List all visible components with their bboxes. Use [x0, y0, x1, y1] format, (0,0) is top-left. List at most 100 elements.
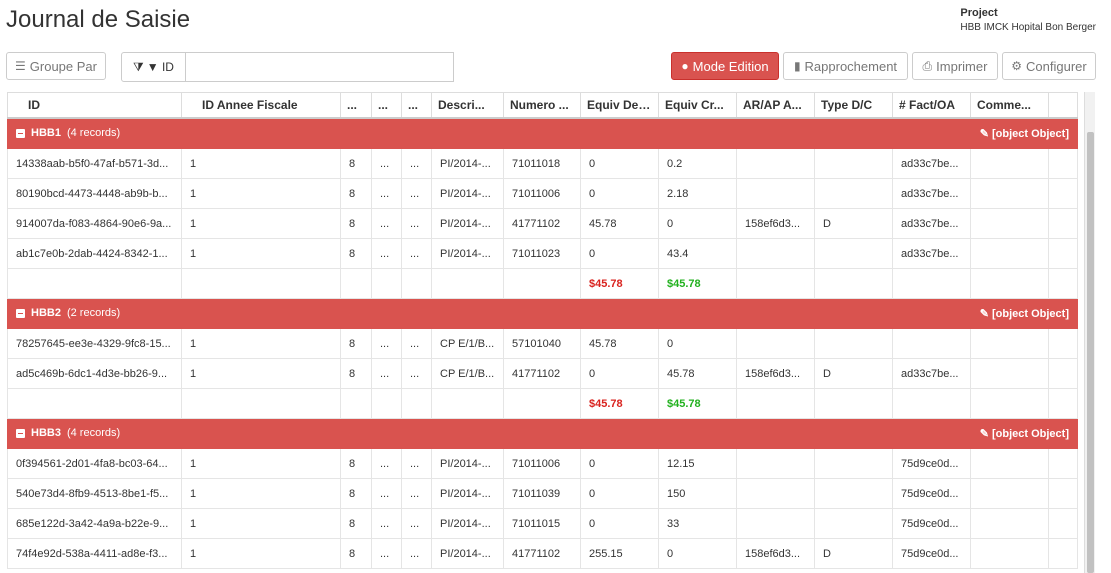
table-cell — [736, 478, 815, 509]
table-cell: 0 — [658, 538, 737, 569]
table-cell: ... — [401, 178, 432, 209]
table-row[interactable]: 78257645-ee3e-4329-9fc8-15... 1 8...... CP … — [7, 328, 1078, 359]
group-row[interactable]: ✎ [object Object] HBB3 (4 records) — [7, 418, 1078, 449]
table-cell: D — [814, 538, 893, 569]
group-action[interactable]: ✎ [object Object] — [980, 427, 1069, 441]
collapse-icon[interactable] — [16, 128, 25, 138]
table-cell — [1048, 448, 1078, 479]
column-header[interactable]: Equiv Debit — [580, 92, 659, 119]
table-cell: 45.78 — [580, 328, 659, 359]
table-cell: 0 — [580, 508, 659, 539]
table-row[interactable]: ab1c7e0b-2dab-4424-8342-1... 1 8...... PI/2… — [7, 238, 1078, 269]
table-cell — [401, 388, 432, 419]
table-row[interactable]: 80190bcd-4473-4448-ab9b-b... 1 8...... PI/2… — [7, 178, 1078, 209]
table-cell: 75d9ce0d... — [892, 478, 971, 509]
table-cell: ... — [371, 238, 402, 269]
table-row[interactable]: 540e73d4-8fb9-4513-8be1-f5... 1 8...... PI/… — [7, 478, 1078, 509]
group-name: HBB1 — [31, 127, 61, 139]
table-row[interactable]: 74f4e92d-538a-4411-ad8e-f3... 1 8...... PI/… — [7, 538, 1078, 569]
rapprochement-button[interactable]: ▮ Rapprochement — [783, 52, 908, 80]
table-cell — [970, 478, 1049, 509]
collapse-icon[interactable] — [16, 308, 25, 318]
table-cell: 1 — [181, 328, 341, 359]
table-cell — [970, 208, 1049, 239]
group-count: (4 records) — [66, 427, 121, 439]
table-row[interactable]: 914007da-f083-4864-90e6-9a... 1 8...... PI/… — [7, 208, 1078, 239]
table-cell: 0 — [580, 478, 659, 509]
column-header[interactable]: Descri... — [431, 92, 504, 119]
scrollbar-thumb[interactable] — [1087, 132, 1094, 573]
column-header[interactable]: Numero ... — [503, 92, 581, 119]
total-debit: $45.78 — [580, 268, 659, 299]
table-cell — [892, 268, 971, 299]
group-action[interactable]: ✎ [object Object] — [980, 127, 1069, 141]
group-action[interactable]: ✎ [object Object] — [980, 307, 1069, 321]
table-cell — [1048, 508, 1078, 539]
table-cell — [970, 148, 1049, 179]
journal-grid: ID ID Annee Fiscale......... Descri... Nume… — [7, 92, 1095, 573]
table-cell: CP E/1/B... — [431, 328, 504, 359]
column-header[interactable]: # Fact/OA — [892, 92, 971, 119]
table-cell: 8 — [340, 358, 372, 389]
filter-field-button[interactable]: ⧩ ▼ ID — [121, 52, 186, 82]
table-cell: 8 — [340, 178, 372, 209]
table-row[interactable]: 685e122d-3a42-4a9a-b22e-9... 1 8...... PI/2… — [7, 508, 1078, 539]
table-cell: 1 — [181, 508, 341, 539]
column-header[interactable]: ID Annee Fiscale — [181, 92, 341, 119]
table-cell: ... — [371, 538, 402, 569]
column-header[interactable]: ID — [7, 92, 182, 119]
table-cell: PI/2014-... — [431, 238, 504, 269]
table-cell — [736, 328, 815, 359]
table-row[interactable]: 0f394561-2d01-4fa8-bc03-64... 1 8...... PI/… — [7, 448, 1078, 479]
table-cell: 8 — [340, 448, 372, 479]
column-header[interactable]: ... — [340, 92, 372, 119]
table-cell: 57101040 — [503, 328, 581, 359]
table-cell: 75d9ce0d... — [892, 448, 971, 479]
table-cell — [181, 268, 341, 299]
vertical-scrollbar[interactable] — [1084, 92, 1095, 573]
group-name: HBB2 — [31, 307, 61, 319]
table-cell: 71011006 — [503, 448, 581, 479]
table-cell — [814, 268, 893, 299]
column-header[interactable]: Equiv Cr... — [658, 92, 737, 119]
group-by-button[interactable]: ☰ Groupe Par — [6, 52, 106, 80]
journal-table: ID ID Annee Fiscale......... Descri... Nume… — [7, 92, 1078, 569]
collapse-icon[interactable] — [16, 428, 25, 438]
total-credit: $45.78 — [658, 388, 737, 419]
group-row[interactable]: ✎ [object Object] HBB2 (2 records) — [7, 298, 1078, 329]
column-header[interactable]: ... — [401, 92, 432, 119]
column-header[interactable]: AR/AP A... — [736, 92, 815, 119]
table-cell: ... — [371, 178, 402, 209]
table-cell: 75d9ce0d... — [892, 508, 971, 539]
column-header[interactable]: Type D/C — [814, 92, 893, 119]
column-header[interactable] — [1048, 92, 1078, 119]
table-cell: 75d9ce0d... — [892, 538, 971, 569]
table-cell — [1048, 208, 1078, 239]
table-cell — [970, 448, 1049, 479]
column-header[interactable]: Comme... — [970, 92, 1049, 119]
gear-icon: ⚙ — [1011, 59, 1023, 73]
table-cell: 41771102 — [503, 538, 581, 569]
configurer-button[interactable]: ⚙ Configurer — [1002, 52, 1096, 80]
table-cell: PI/2014-... — [431, 208, 504, 239]
table-cell: 43.4 — [658, 238, 737, 269]
project-info: Project HBB IMCK Hopital Bon Berger — [960, 7, 1096, 33]
group-row[interactable]: ✎ [object Object] HBB1 (4 records) — [7, 117, 1078, 149]
table-cell: ad33c7be... — [892, 148, 971, 179]
table-cell — [814, 448, 893, 479]
table-cell: 158ef6d3... — [736, 358, 815, 389]
imprimer-button[interactable]: ⎙ Imprimer — [912, 52, 998, 80]
table-cell: 540e73d4-8fb9-4513-8be1-f5... — [7, 478, 182, 509]
table-cell: ... — [371, 148, 402, 179]
group-total-row: $45.78 $45.78 — [7, 268, 1078, 299]
column-header[interactable]: ... — [371, 92, 402, 119]
table-cell: ... — [401, 238, 432, 269]
mode-edition-button[interactable]: ● Mode Edition — [671, 52, 779, 80]
filter-input[interactable] — [185, 52, 454, 82]
table-cell: 71011018 — [503, 148, 581, 179]
table-cell — [181, 388, 341, 419]
table-cell — [970, 268, 1049, 299]
group-name: HBB3 — [31, 427, 61, 439]
table-row[interactable]: 14338aab-b5f0-47af-b571-3d... 1 8...... PI/… — [7, 148, 1078, 179]
table-row[interactable]: ad5c469b-6dc1-4d3e-bb26-9... 1 8...... CP E… — [7, 358, 1078, 389]
